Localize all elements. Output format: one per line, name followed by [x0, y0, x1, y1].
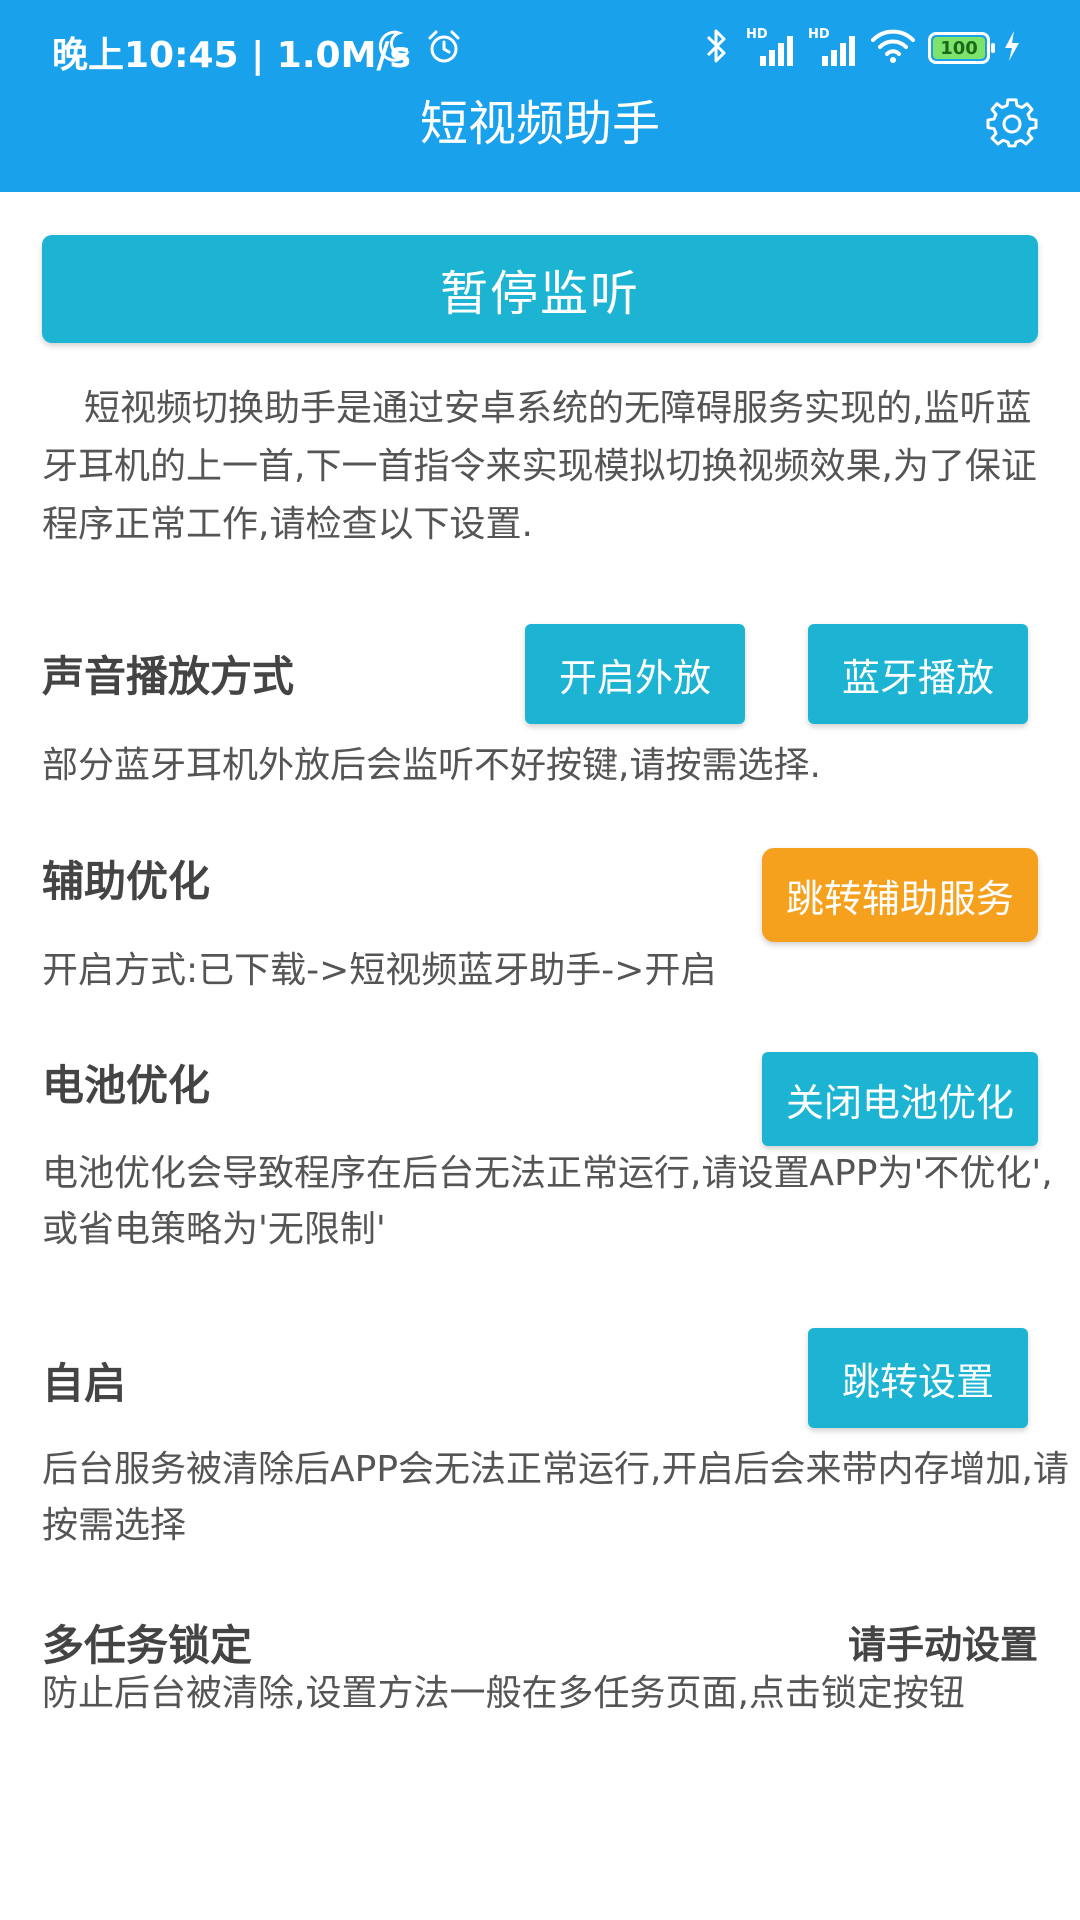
status-right-icons: HD HD 100 — [698, 26, 1022, 70]
section-desc-accessibility: 开启方式:已下载->短视频蓝牙助手->开启 — [42, 950, 717, 991]
intro-text: 短视频切换助手是通过安卓系统的无障碍服务实现的,监听蓝牙耳机的上一首,下一首指令… — [42, 388, 1037, 545]
pause-monitor-button[interactable]: 暂停监听 — [42, 235, 1038, 343]
alarm-icon — [425, 28, 463, 70]
bluetooth-play-button[interactable]: 蓝牙播放 — [808, 624, 1028, 724]
status-left-icons — [375, 28, 463, 70]
manual-setting-label: 请手动设置 — [847, 1623, 1038, 1667]
status-time: 晚上10:45 | 1.0M/s — [52, 35, 411, 76]
goto-settings-button[interactable]: 跳转设置 — [808, 1328, 1028, 1428]
page-title: 短视频助手 — [419, 96, 660, 152]
charging-icon — [1002, 29, 1022, 67]
moon-icon — [375, 28, 411, 70]
bluetooth-icon — [698, 26, 734, 70]
hd-signal-icon: HD — [746, 28, 796, 68]
section-title-battery: 电池优化 — [42, 1061, 211, 1110]
status-bar: 晚上10:45 | 1.0M/s HD HD 100 — [0, 0, 1080, 96]
section-desc-battery: 电池优化会导致程序在后台无法正常运行,请设置APP为'不优化',或省电策略为'无… — [42, 1153, 1053, 1250]
section-desc-audio-mode: 部分蓝牙耳机外放后会监听不好按键,请按需选择. — [42, 745, 821, 786]
settings-button[interactable] — [986, 98, 1038, 150]
battery-level: 100 — [933, 37, 985, 59]
speaker-mode-button[interactable]: 开启外放 — [525, 624, 745, 724]
app-header: 晚上10:45 | 1.0M/s HD HD 100 短视频助手 — [0, 0, 1080, 192]
section-title-task-lock: 多任务锁定 — [42, 1621, 253, 1670]
hd-signal-icon: HD — [808, 28, 858, 68]
section-title-autostart: 自启 — [42, 1359, 127, 1408]
disable-battery-optimization-button[interactable]: 关闭电池优化 — [762, 1052, 1038, 1146]
section-desc-autostart: 后台服务被清除后APP会无法正常运行,开启后会来带内存增加,请按需选择 — [42, 1449, 1069, 1546]
battery-icon: 100 — [928, 32, 995, 64]
wifi-icon — [870, 27, 916, 69]
gear-icon — [986, 98, 1038, 154]
section-title-accessibility: 辅助优化 — [42, 857, 211, 906]
section-desc-task-lock: 防止后台被清除,设置方法一般在多任务页面,点击锁定按钮 — [42, 1673, 965, 1714]
section-title-audio-mode: 声音播放方式 — [42, 652, 295, 701]
goto-accessibility-button[interactable]: 跳转辅助服务 — [762, 848, 1038, 942]
